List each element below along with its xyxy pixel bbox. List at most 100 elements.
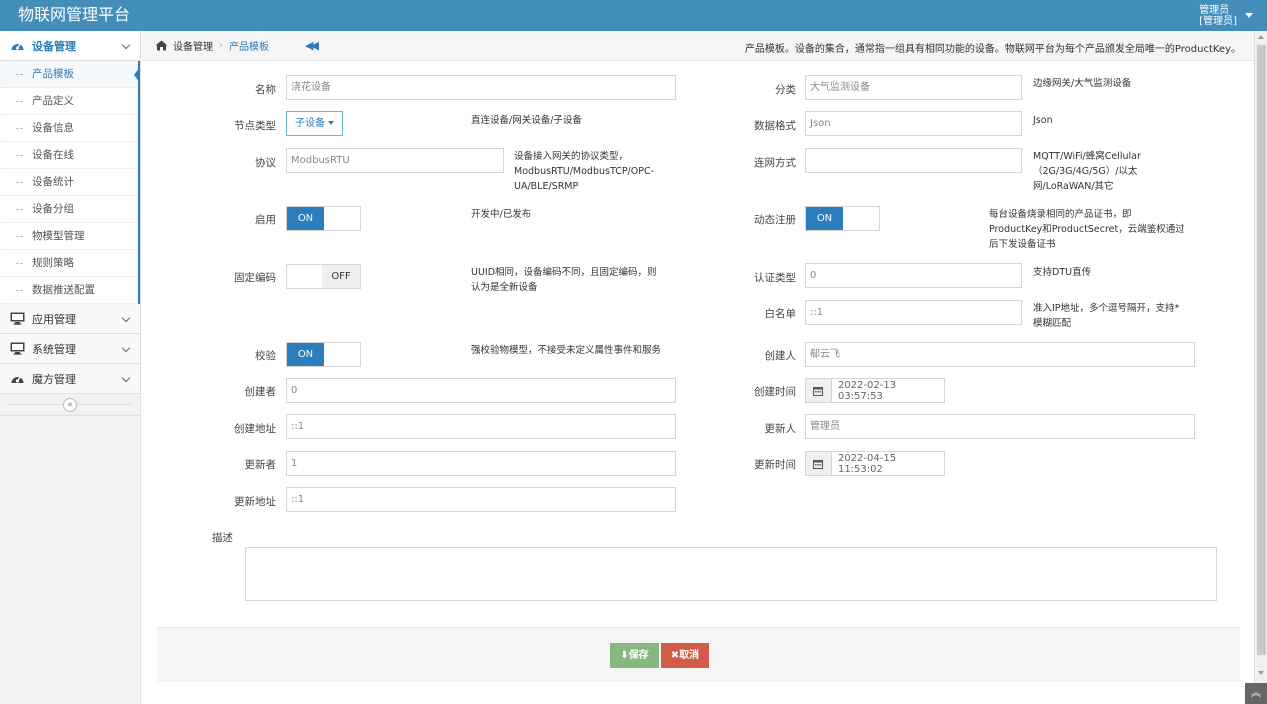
validate-toggle[interactable]: ON — [286, 342, 361, 367]
creator-label: 创建者 — [244, 386, 277, 398]
sidebar-item-product-definition[interactable]: 产品定义 — [0, 88, 138, 115]
created-ip-label: 创建地址 — [234, 423, 276, 435]
creator-name-input[interactable]: 郗云飞 — [805, 342, 1195, 367]
created-time-input[interactable]: 2022-02-13 03:57:53 — [805, 378, 945, 403]
network-label: 连网方式 — [754, 157, 796, 169]
chevron-down-icon — [121, 40, 131, 50]
fixed-code-label: 固定编码 — [234, 272, 276, 284]
sidebar: 设备管理 产品模板 产品定义 设备信息 设备在线 设备统计 设备分组 物模型管理… — [0, 31, 141, 704]
dashboard-icon — [9, 372, 25, 386]
user-menu[interactable]: 管理员 [管理员] — [1199, 0, 1253, 31]
updater-name-label: 更新人 — [764, 423, 797, 435]
desktop-icon — [9, 342, 25, 356]
sidebar-group-device-management[interactable]: 设备管理 — [0, 31, 140, 61]
auth-type-label: 认证类型 — [754, 272, 796, 284]
breadcrumb-root[interactable]: 设备管理 — [173, 38, 213, 53]
created-ip-input[interactable]: ::1 — [286, 414, 676, 439]
user-name: 管理员 [管理员] — [1199, 4, 1237, 27]
data-format-label: 数据格式 — [754, 120, 796, 132]
sidebar-item-device-group[interactable]: 设备分组 — [0, 196, 138, 223]
network-input[interactable] — [805, 148, 1022, 173]
cancel-button[interactable]: ✖取消 — [661, 643, 709, 668]
dynamic-register-toggle[interactable]: ON — [805, 206, 880, 231]
name-label: 名称 — [255, 84, 276, 96]
double-chevron-left-icon[interactable]: ◀◀ — [305, 39, 319, 52]
sidebar-item-thing-model[interactable]: 物模型管理 — [0, 223, 138, 250]
sidebar-group-app-management[interactable]: 应用管理 — [0, 304, 140, 334]
dashboard-icon — [9, 39, 25, 53]
chevron-down-icon — [121, 373, 131, 383]
home-icon[interactable] — [155, 40, 168, 51]
sidebar-item-rule-policy[interactable]: 规则策略 — [0, 250, 138, 277]
description-textarea[interactable] — [245, 547, 1217, 601]
updated-ip-input[interactable]: ::1 — [286, 487, 676, 512]
node-type-dropdown[interactable]: 子设备 — [286, 111, 343, 136]
enabled-toggle[interactable]: ON — [286, 206, 361, 231]
caret-down-icon — [1245, 13, 1253, 18]
data-format-input[interactable]: Json — [805, 111, 1022, 136]
chevron-down-icon — [121, 343, 131, 353]
form-actions: ⬇保存 ✖取消 — [157, 627, 1240, 682]
enabled-hint: 开发中/已发布 — [471, 209, 532, 220]
page-scrollbar[interactable] — [1254, 31, 1267, 704]
device-submenu: 产品模板 产品定义 设备信息 设备在线 设备统计 设备分组 物模型管理 规则策略… — [0, 61, 140, 304]
sidebar-item-device-online[interactable]: 设备在线 — [0, 142, 138, 169]
creator-name-label: 创建人 — [764, 350, 797, 362]
updated-ip-label: 更新地址 — [234, 496, 276, 508]
save-button[interactable]: ⬇保存 — [610, 643, 659, 668]
protocol-input[interactable]: ModbusRTU — [286, 148, 504, 173]
auth-type-input[interactable]: 0 — [805, 263, 1022, 288]
desktop-icon — [9, 312, 25, 326]
name-input[interactable]: 浇花设备 — [286, 75, 676, 100]
scroll-down-icon[interactable] — [1258, 671, 1264, 675]
validate-hint: 强校验物模型，不接受未定义属性事件和服务 — [471, 345, 662, 356]
network-hint: MQTT/WiFi/蜂窝Cellular （2G/3G/4G/5G）/以太 网/… — [1033, 151, 1141, 192]
calendar-icon — [806, 452, 832, 475]
sidebar-item-device-stats[interactable]: 设备统计 — [0, 169, 138, 196]
breadcrumb-current: 产品模板 — [229, 42, 269, 53]
sidebar-item-product-template[interactable]: 产品模板 — [0, 61, 140, 88]
node-type-hint: 直连设备/网关设备/子设备 — [471, 115, 582, 126]
whitelist-input[interactable]: ::1 — [805, 300, 1022, 325]
breadcrumb: 设备管理 › 产品模板 ◀◀ 产品模板。设备的集合，通常指一组具有相同功能的设备… — [142, 31, 1254, 61]
updater-input[interactable]: 1 — [286, 451, 676, 476]
auth-type-hint: 支持DTU直传 — [1033, 267, 1092, 278]
scroll-up-icon[interactable] — [1258, 35, 1264, 39]
close-icon: ✖ — [670, 650, 680, 661]
sidebar-collapse-row: « — [0, 394, 140, 416]
category-input[interactable]: 大气监测设备 — [805, 75, 1022, 100]
page-description: 产品模板。设备的集合，通常指一组具有相同功能的设备。物联网平台为每个产品颁发全局… — [744, 44, 1241, 55]
calendar-icon — [806, 379, 832, 402]
double-chevron-up-icon: ︽ — [1251, 688, 1261, 699]
updater-label: 更新者 — [244, 459, 277, 471]
validate-label: 校验 — [255, 350, 276, 362]
description-label: 描述 — [212, 532, 233, 544]
back-to-top-button[interactable]: ︽ — [1245, 683, 1267, 704]
fixed-code-hint: UUID相同，设备编码不同，且固定编码，则 认为是全新设备 — [471, 267, 657, 293]
updated-time-input[interactable]: 2022-04-15 11:53:02 — [805, 451, 945, 476]
chevron-down-icon — [121, 313, 131, 323]
updated-time-label: 更新时间 — [754, 459, 796, 471]
node-type-label: 节点类型 — [234, 120, 276, 132]
data-format-hint: Json — [1033, 115, 1053, 126]
enabled-label: 启用 — [255, 214, 276, 226]
caret-down-icon — [328, 121, 334, 125]
top-navbar: 物联网管理平台 管理员 [管理员] — [0, 0, 1267, 31]
brand-title[interactable]: 物联网管理平台 — [18, 4, 130, 26]
category-label: 分类 — [775, 84, 796, 96]
sidebar-group-magic-management[interactable]: 魔方管理 — [0, 364, 140, 394]
sidebar-group-system-management[interactable]: 系统管理 — [0, 334, 140, 364]
scrollbar-thumb[interactable] — [1257, 45, 1266, 655]
dynamic-register-label: 动态注册 — [754, 214, 796, 226]
updater-name-input[interactable]: 管理员 — [805, 414, 1195, 439]
protocol-label: 协议 — [255, 157, 276, 169]
dynamic-register-hint: 每台设备烧录相同的产品证书，即 ProductKey和ProductSecret… — [989, 209, 1185, 250]
sidebar-item-data-push[interactable]: 数据推送配置 — [0, 277, 138, 304]
created-time-label: 创建时间 — [754, 386, 796, 398]
creator-input[interactable]: 0 — [286, 378, 676, 403]
protocol-hint: 设备接入网关的协议类型， ModbusRTU/ModbusTCP/OPC- UA… — [514, 151, 655, 192]
fixed-code-toggle[interactable]: OFF — [286, 264, 361, 289]
whitelist-label: 白名单 — [764, 308, 797, 320]
sidebar-collapse-button[interactable]: « — [63, 398, 77, 412]
sidebar-item-device-info[interactable]: 设备信息 — [0, 115, 138, 142]
